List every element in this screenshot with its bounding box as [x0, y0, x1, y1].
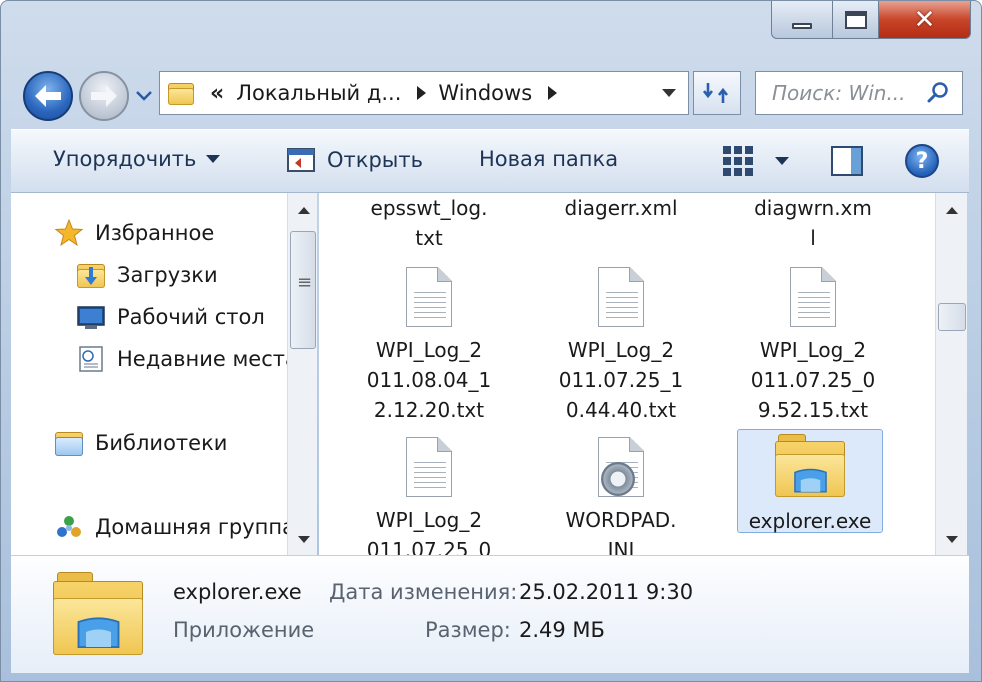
chevron-down-icon: [136, 91, 152, 101]
command-bar: Упорядочить Открыть Новая папка ?: [11, 129, 969, 193]
breadcrumb-local-disk[interactable]: Локальный д...: [236, 81, 401, 105]
libraries-icon: [55, 429, 83, 457]
refresh-icon: [703, 83, 729, 103]
arrow-left-icon: [35, 85, 61, 107]
breadcrumb-windows[interactable]: Windows: [438, 81, 532, 105]
open-window-icon: [287, 148, 315, 172]
breadcrumb-arrow-icon[interactable]: [417, 86, 427, 100]
downloads-folder-icon: [77, 261, 105, 289]
help-button[interactable]: ?: [905, 144, 939, 178]
desktop-icon: [77, 306, 105, 329]
scroll-down-icon[interactable]: [298, 536, 310, 543]
details-file-type: Приложение: [173, 618, 315, 642]
nav-libraries[interactable]: Библиотеки: [55, 429, 227, 457]
breadcrumb-arrow-icon[interactable]: [548, 86, 558, 100]
help-icon: ?: [915, 148, 929, 174]
close-icon: ✕: [913, 4, 936, 35]
refresh-button[interactable]: [693, 71, 741, 115]
minimize-button[interactable]: [771, 1, 833, 39]
details-size-label: Размер:: [425, 618, 511, 642]
minimize-icon: [792, 22, 812, 29]
recent-pages-button[interactable]: [135, 89, 153, 103]
search-icon[interactable]: [926, 81, 950, 105]
nav-favorites[interactable]: Избранное: [55, 219, 214, 247]
new-folder-label: Новая папка: [479, 147, 619, 171]
navigation-scrollbar[interactable]: [287, 193, 317, 555]
search-input[interactable]: Поиск: Win...: [772, 81, 926, 105]
details-pane: explorer.exe Приложение Дата изменения: …: [11, 555, 969, 673]
recent-places-icon: [79, 346, 103, 372]
address-dropdown-icon[interactable]: [662, 89, 676, 97]
details-modified-label: Дата изменения:: [329, 580, 518, 604]
close-button[interactable]: ✕: [879, 1, 971, 39]
star-icon: [55, 219, 83, 247]
details-file-name: explorer.exe: [173, 580, 302, 604]
text-file-icon: [406, 267, 452, 327]
back-button[interactable]: [23, 71, 73, 121]
open-button[interactable]: Открыть: [287, 147, 423, 173]
details-size-value: 2.49 МБ: [519, 618, 605, 642]
nav-homegroup[interactable]: Домашняя группа: [55, 513, 287, 541]
text-file-icon: [790, 267, 836, 327]
new-folder-button[interactable]: Новая папка: [479, 147, 618, 171]
explorer-app-icon: [775, 434, 845, 500]
file-item[interactable]: diagwrn.xm l: [723, 193, 903, 253]
file-item[interactable]: WPI_Log_2 011.08.04_1 2.12.20.txt: [339, 267, 519, 425]
text-file-icon: [598, 267, 644, 327]
scroll-up-icon[interactable]: [946, 207, 958, 214]
homegroup-icon: [57, 516, 81, 537]
arrow-right-icon: [91, 85, 117, 107]
file-view: epsswt_log. txt diagerr.xml diagwrn.xm l…: [319, 193, 935, 555]
settings-file-icon: [598, 437, 644, 497]
preview-pane-icon[interactable]: [831, 146, 863, 176]
details-modified-value: 25.02.2011 9:30: [519, 580, 694, 604]
file-view-scrollbar[interactable]: [935, 193, 967, 555]
explorer-app-icon: [53, 572, 143, 658]
text-file-icon: [406, 437, 452, 497]
file-item[interactable]: WPI_Log_2 011.07.25_0 9.52.15.txt: [723, 267, 903, 425]
open-label: Открыть: [327, 148, 423, 172]
explorer-window: ✕ « Локальный д... Windows Поиск: Win...…: [0, 0, 982, 682]
file-item[interactable]: epsswt_log. txt: [339, 193, 519, 253]
scrollbar-thumb[interactable]: [938, 303, 966, 331]
chevron-down-icon: [206, 155, 221, 163]
forward-button[interactable]: [79, 71, 129, 121]
folder-icon: [168, 80, 194, 106]
address-bar[interactable]: « Локальный д... Windows: [159, 71, 689, 115]
views-grid-icon[interactable]: [723, 146, 753, 176]
organize-label: Упорядочить: [53, 147, 197, 171]
nav-desktop[interactable]: Рабочий стол: [77, 303, 265, 331]
nav-recent-places[interactable]: Недавние места: [77, 345, 287, 373]
nav-downloads[interactable]: Загрузки: [77, 261, 218, 289]
views-dropdown-icon[interactable]: [775, 157, 789, 165]
scroll-up-icon[interactable]: [298, 207, 310, 214]
search-box[interactable]: Поиск: Win...: [755, 71, 963, 115]
maximize-icon: [844, 10, 867, 29]
organize-button[interactable]: Упорядочить: [53, 147, 221, 171]
file-item[interactable]: diagerr.xml: [531, 193, 711, 223]
file-item[interactable]: WPI_Log_2 011.07.25_0: [339, 437, 519, 555]
maximize-button[interactable]: [833, 1, 879, 39]
file-item[interactable]: WPI_Log_2 011.07.25_1 0.44.40.txt: [531, 267, 711, 425]
file-item[interactable]: WORDPAD. INI: [531, 437, 711, 555]
file-item-selected[interactable]: explorer.exe: [737, 429, 883, 533]
breadcrumb-overflow[interactable]: «: [210, 81, 224, 106]
scroll-down-icon[interactable]: [946, 536, 958, 543]
scrollbar-thumb[interactable]: [290, 231, 316, 349]
caption-buttons: ✕: [771, 1, 971, 39]
navigation-pane: Избранное Загрузки Рабочий стол Недавние…: [11, 193, 287, 555]
